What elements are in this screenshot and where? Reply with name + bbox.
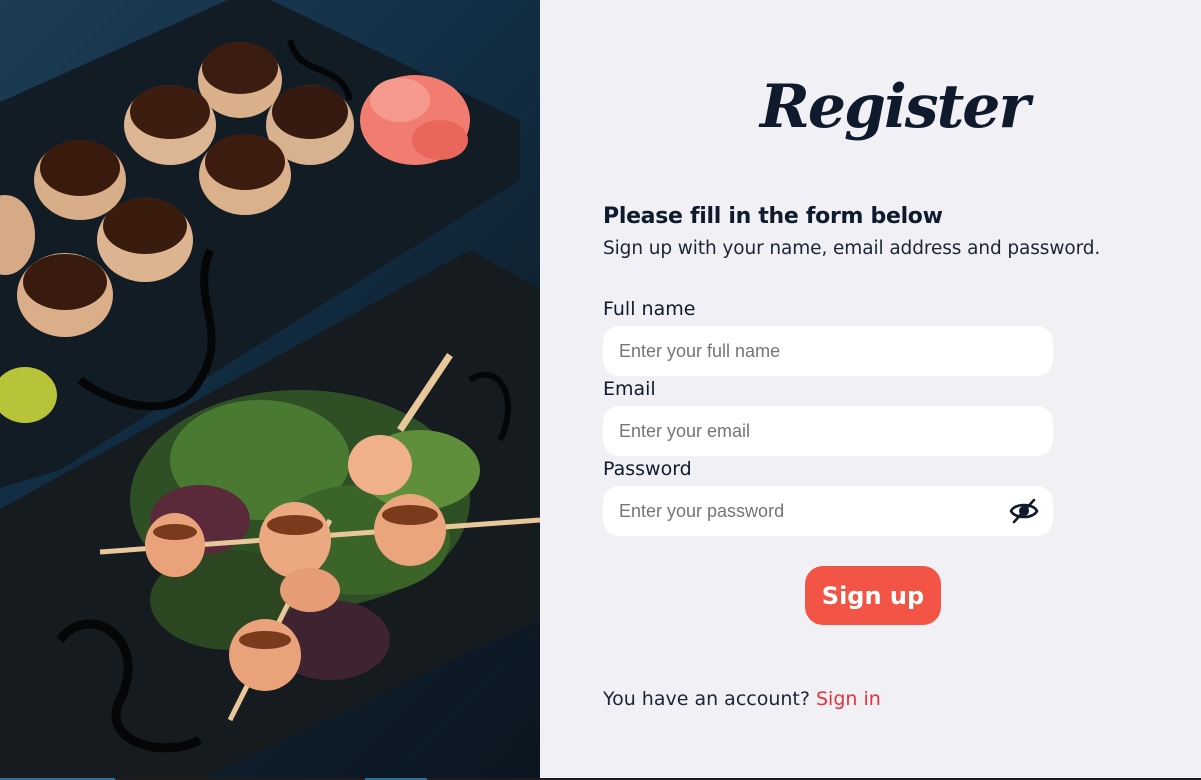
sign-in-prompt: You have an account? Sign in (603, 688, 881, 710)
full-name-label: Full name (603, 298, 696, 320)
email-input[interactable] (619, 406, 999, 456)
email-label: Email (603, 378, 656, 400)
food-photo-illustration (0, 0, 540, 778)
food-photo (0, 0, 540, 778)
password-label: Password (603, 458, 692, 480)
password-input[interactable] (619, 486, 999, 536)
email-field-box (603, 406, 1053, 456)
sign-up-button[interactable]: Sign up (805, 566, 941, 625)
register-title: Register (760, 72, 1030, 142)
full-name-field-box (603, 326, 1053, 376)
register-page: Register Please fill in the form below S… (0, 0, 1201, 780)
form-subheading: Sign up with your name, email address an… (603, 238, 1101, 259)
form-heading: Please fill in the form below (603, 204, 943, 229)
eye-slash-icon[interactable] (1009, 497, 1039, 525)
register-panel: Register Please fill in the form below S… (540, 0, 1201, 778)
sign-in-prompt-text: You have an account? (603, 688, 816, 710)
pickled-ginger (360, 75, 470, 165)
password-field-box (603, 486, 1053, 536)
sign-in-link[interactable]: Sign in (816, 688, 881, 710)
full-name-input[interactable] (619, 326, 999, 376)
